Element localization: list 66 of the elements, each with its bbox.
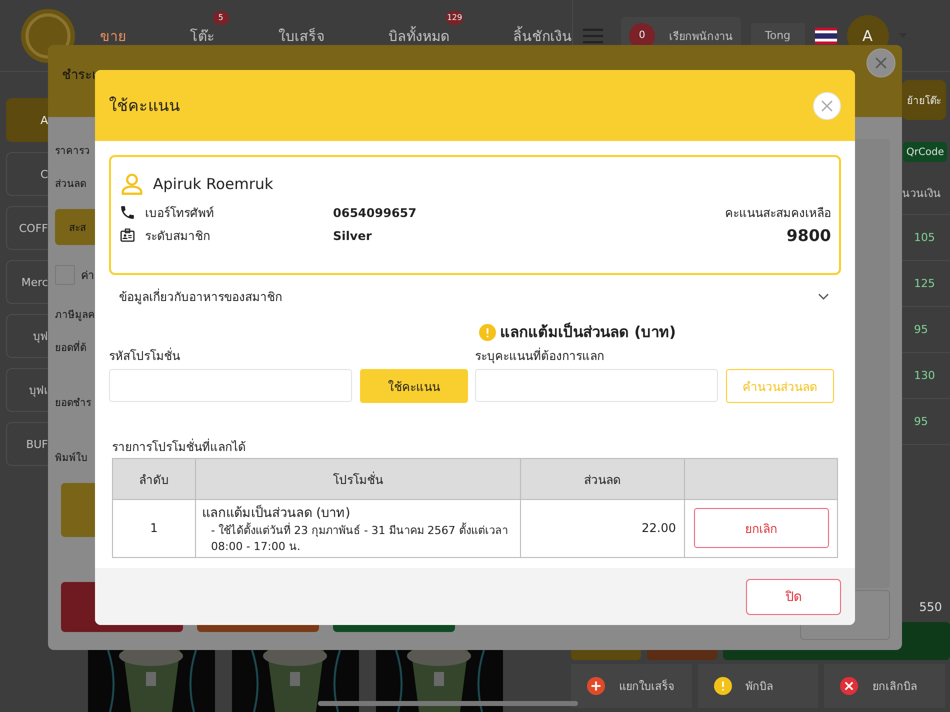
accordion-header[interactable]: ข้อมูลเกี่ยวกับอาหารของสมาชิก (109, 275, 841, 318)
field-label: ยอดที่ต้ (55, 340, 86, 355)
points-balance: 9800 (785, 226, 831, 245)
member-level: Silver (333, 228, 373, 242)
input-field[interactable] (475, 369, 718, 402)
nav-tab[interactable]: โต๊ะ (190, 20, 215, 50)
category-tab[interactable]: C (6, 152, 48, 196)
field-label: ส่วนลด (55, 178, 86, 191)
call-staff-label: เรียกพนักงาน (669, 28, 733, 44)
field-label: พิมพ์ใบ (55, 451, 87, 465)
bill-action-button[interactable]: พักบิล (698, 664, 818, 708)
close-button[interactable] (813, 92, 841, 120)
section-heading: แลกแต้มเป็นส่วนลด (บาท) (500, 322, 676, 343)
close-icon (840, 677, 858, 695)
close-button[interactable]: ปิด (746, 578, 841, 614)
cancel-button[interactable]: ยกเลิก (694, 508, 828, 548)
field-label: ระดับสมาชิก (145, 228, 211, 245)
checkbox-label: ค่า (81, 268, 94, 284)
promotion-detail: - ใช้ได้ตั้งแต่วันที่ 23 กุมภาพันธ์ - 31 มีนาคม 2567 ตั้งแต่เวลา 08:00 - 17:00 น. (210, 523, 509, 555)
plus-icon (587, 677, 605, 695)
nav-tab[interactable]: ใบเสร็จ (278, 20, 324, 50)
column-header: โปรโมชั่น (196, 458, 520, 500)
field-label: เบอร์โทรศัพท์ (145, 205, 215, 222)
flag-icon[interactable] (814, 26, 837, 44)
close-icon (821, 100, 833, 112)
category-tab[interactable]: A (6, 98, 48, 142)
id-card-icon (119, 227, 136, 244)
promotion-name: แลกแต้มเป็นส่วนลด (บาท) (202, 504, 352, 522)
qrcode-button[interactable]: QrCode (903, 142, 947, 162)
dialog-title: ชำระเ (62, 66, 96, 84)
exclamation-icon (714, 677, 732, 695)
member-name: Apiruk Roemruk (153, 175, 274, 193)
field-label: คะแนนสะสมคงเหลือ (725, 205, 831, 222)
category-tab[interactable]: Merc (6, 260, 48, 304)
use-points-button[interactable]: ใช้คะแนน (360, 369, 468, 403)
bill-action-button[interactable]: ยกเลิกบิล (824, 664, 946, 708)
phone-icon (119, 204, 136, 221)
count-badge: 5 (212, 10, 229, 24)
table-cell: 22.00 (520, 500, 684, 558)
phone-number: 0654099657 (333, 206, 418, 220)
dialog-title: ใช้คะแนน (109, 95, 180, 117)
warning-icon (479, 324, 496, 340)
field-label: ยอดชำร (55, 396, 91, 410)
field-label: ภาษีมูลค (55, 308, 95, 322)
column-header: ลำดับ (112, 458, 196, 500)
count-badge: 129 (446, 10, 464, 24)
category-tab[interactable]: บุฟเ (6, 368, 48, 412)
person-icon (119, 171, 145, 197)
category-tab[interactable]: COFF (6, 206, 48, 250)
nav-tab[interactable]: ขาย (100, 20, 126, 50)
table-cell: 1 (112, 500, 196, 558)
nav-tab[interactable]: ลิ้นชักเงิน (513, 20, 572, 50)
bill-action-button[interactable]: แยกใบเสร็จ (571, 664, 692, 708)
field-label: ระบุคะแนนที่ต้องการแลก (475, 346, 605, 365)
field-label: รหัสโปรโมชั่น (109, 346, 181, 365)
field-label: ราคารว (55, 145, 90, 158)
input-field[interactable] (109, 369, 352, 402)
category-tab[interactable]: BUF (6, 422, 48, 466)
move-table-button[interactable]: ย้ายโต๊ะ (902, 80, 946, 120)
category-tab[interactable]: บุฟ (6, 314, 48, 358)
column-header: ส่วนลด (520, 458, 684, 500)
scrollbar[interactable] (318, 701, 578, 706)
table-title: รายการโปรโมชั่นที่แลกได้ (112, 438, 247, 456)
total-amount: 550 (919, 600, 942, 614)
close-icon[interactable] (866, 48, 896, 78)
menu-icon[interactable] (583, 28, 603, 44)
